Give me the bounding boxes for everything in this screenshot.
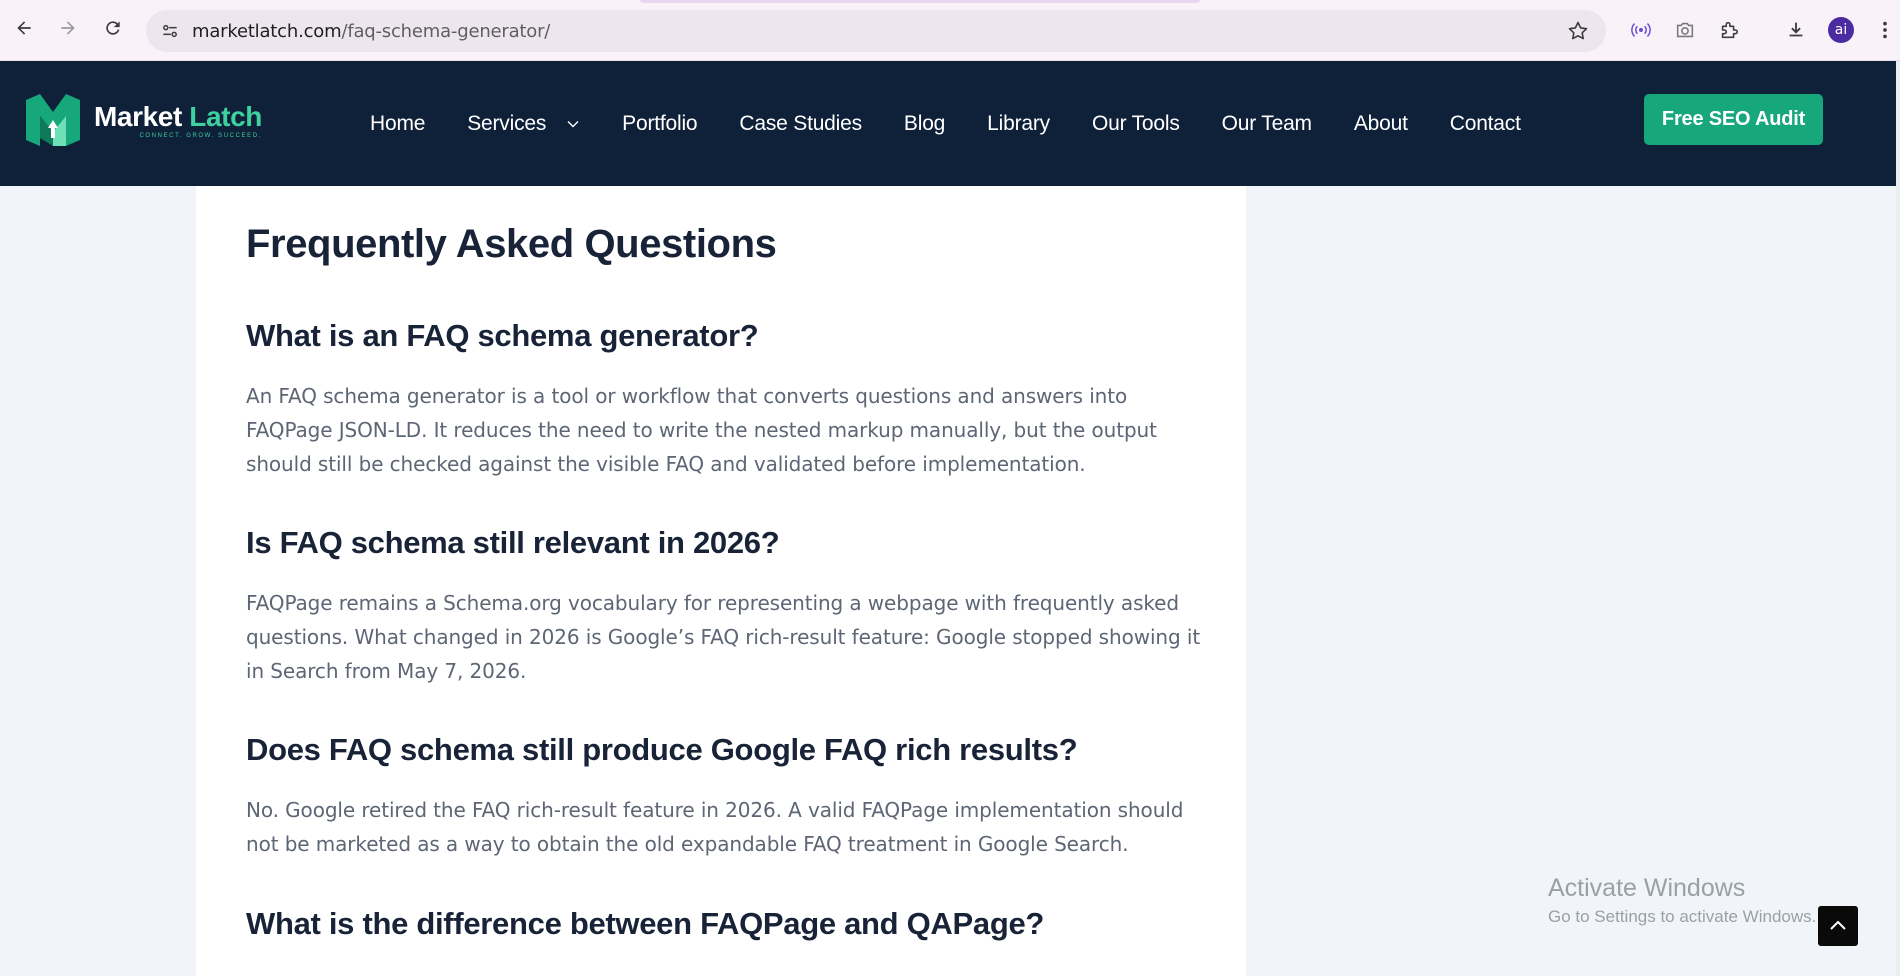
nav-services[interactable]: Services bbox=[467, 112, 580, 136]
faq-answer-2: FAQPage remains a Schema.org vocabulary … bbox=[246, 591, 1201, 683]
reload-button[interactable] bbox=[99, 14, 127, 42]
nav-about[interactable]: About bbox=[1354, 112, 1408, 136]
site-header: Market Latch CONNECT. GROW. SUCCEED. Hom… bbox=[0, 61, 1896, 186]
nav-our-tools-label: Our Tools bbox=[1091, 111, 1180, 135]
profile-avatar[interactable]: ai bbox=[1828, 17, 1854, 43]
faq-section-title: Frequently Asked Questions bbox=[246, 222, 777, 266]
logo-name: Market Latch bbox=[94, 100, 262, 132]
nav-case-studies-label: Case Studies bbox=[739, 111, 862, 135]
extensions-puzzle-icon[interactable] bbox=[1716, 17, 1742, 43]
main-nav: Home Services Portfolio Case Studies Blo… bbox=[370, 61, 1563, 186]
windows-activation-watermark: Activate Windows Go to Settings to activ… bbox=[1548, 874, 1816, 927]
camera-icon[interactable] bbox=[1672, 17, 1698, 43]
browser-toolbar: marketlatch.com/faq-schema-generator/ ai bbox=[0, 0, 1900, 61]
chevron-up-icon bbox=[1830, 920, 1846, 930]
chevron-down-icon bbox=[567, 120, 579, 127]
nav-portfolio[interactable]: Portfolio bbox=[622, 112, 697, 136]
back-button[interactable] bbox=[10, 14, 38, 42]
nav-our-team-label: Our Team bbox=[1221, 111, 1312, 135]
back-to-top-button[interactable] bbox=[1818, 906, 1858, 946]
site-settings-icon[interactable] bbox=[158, 19, 182, 43]
address-bar[interactable]: marketlatch.com/faq-schema-generator/ bbox=[146, 10, 1606, 52]
faq-question-3: Does FAQ schema still produce Google FAQ… bbox=[246, 732, 1078, 767]
reload-icon bbox=[106, 21, 120, 35]
faq-question-1: What is an FAQ schema generator? bbox=[246, 318, 759, 353]
logo-name-latch: Latch bbox=[189, 100, 262, 132]
nav-case-studies[interactable]: Case Studies bbox=[739, 112, 862, 136]
faq-question-4: What is the difference between FAQPage a… bbox=[246, 906, 1045, 941]
nav-blog-label: Blog bbox=[903, 111, 946, 135]
url-text: marketlatch.com/faq-schema-generator/ bbox=[192, 21, 550, 42]
nav-services-label: Services bbox=[467, 111, 547, 135]
nav-about-label: About bbox=[1353, 111, 1408, 135]
nav-home-label: Home bbox=[370, 111, 426, 135]
nav-portfolio-label: Portfolio bbox=[622, 111, 698, 135]
nav-contact-label: Contact bbox=[1449, 111, 1521, 135]
arrow-right-icon bbox=[61, 21, 75, 35]
watermark-line-1: Activate Windows bbox=[1548, 874, 1746, 902]
nav-blog[interactable]: Blog bbox=[904, 112, 945, 136]
page-scrollbar[interactable] bbox=[1896, 61, 1900, 976]
url-path: /faq-schema-generator/ bbox=[341, 20, 551, 42]
cast-icon[interactable] bbox=[1628, 17, 1654, 43]
logo-tagline: CONNECT. GROW. SUCCEED. bbox=[139, 132, 262, 139]
url-host: marketlatch.com bbox=[192, 20, 342, 42]
bookmark-star-icon[interactable] bbox=[1566, 19, 1590, 43]
nav-our-tools[interactable]: Our Tools bbox=[1092, 112, 1180, 136]
faq-answer-1: An FAQ schema generator is a tool or wor… bbox=[246, 384, 1157, 476]
nav-library-label: Library bbox=[987, 111, 1050, 135]
tab-strip-edge bbox=[640, 0, 1200, 3]
nav-contact[interactable]: Contact bbox=[1450, 112, 1521, 136]
faq-answer-3: No. Google retired the FAQ rich-result f… bbox=[246, 798, 1184, 856]
more-menu-icon[interactable] bbox=[1878, 17, 1892, 43]
download-icon[interactable] bbox=[1783, 17, 1809, 43]
arrow-left-icon bbox=[17, 21, 31, 35]
nav-our-team[interactable]: Our Team bbox=[1222, 112, 1312, 136]
forward-button[interactable] bbox=[54, 14, 82, 42]
logo-name-market: Market bbox=[94, 100, 182, 132]
site-logo[interactable]: Market Latch CONNECT. GROW. SUCCEED. bbox=[24, 92, 262, 148]
faq-question-2: Is FAQ schema still relevant in 2026? bbox=[246, 525, 780, 560]
free-seo-audit-button[interactable]: Free SEO Audit bbox=[1644, 94, 1823, 145]
watermark-line-2: Go to Settings to activate Windows. bbox=[1548, 907, 1817, 926]
logo-text: Market Latch CONNECT. GROW. SUCCEED. bbox=[94, 100, 262, 139]
nav-home[interactable]: Home bbox=[370, 112, 425, 136]
nav-library[interactable]: Library bbox=[987, 112, 1050, 136]
logo-mark-icon bbox=[26, 94, 80, 146]
